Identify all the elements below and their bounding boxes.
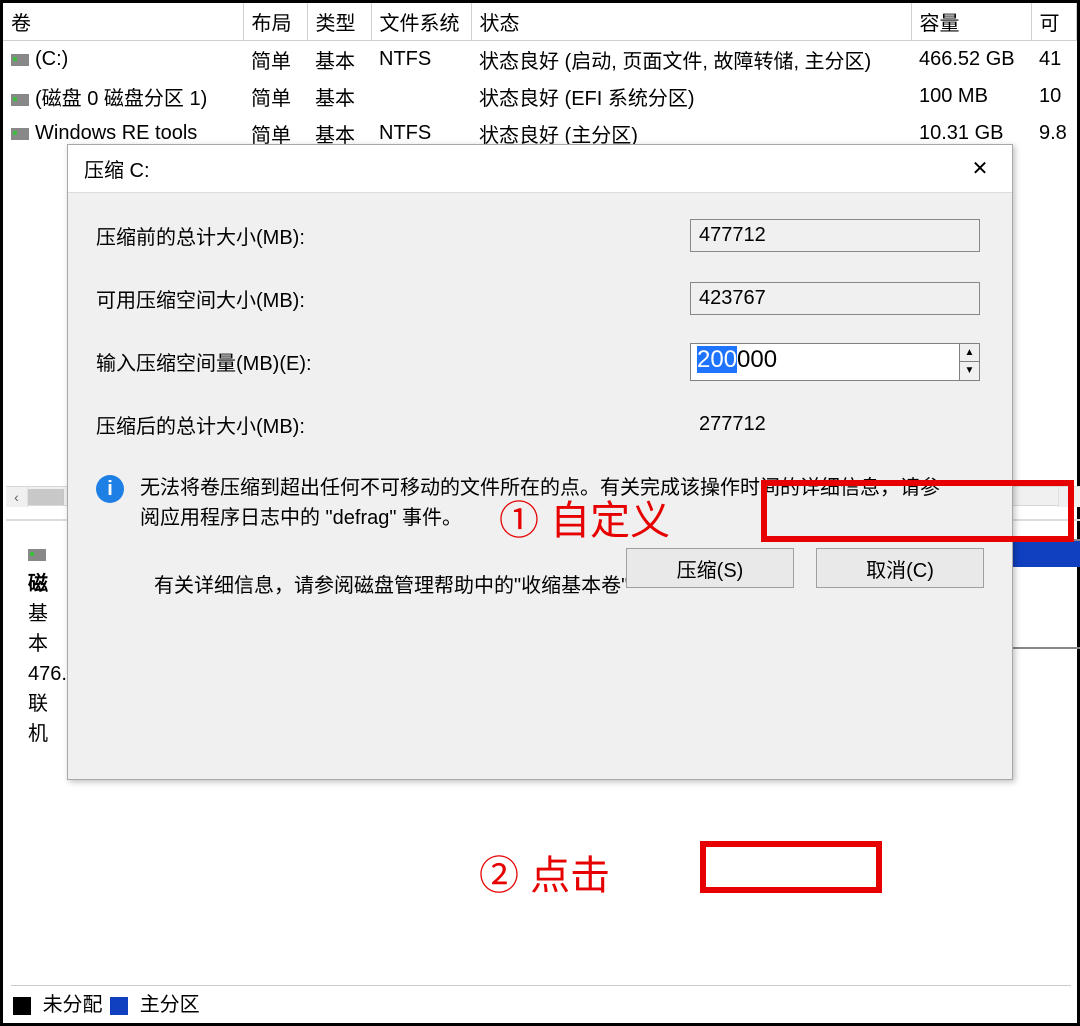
close-icon[interactable]: ✕ <box>960 156 1000 181</box>
dialog-title: 压缩 C: <box>84 154 150 183</box>
value-size-before: 477712 <box>690 219 980 252</box>
legend: 未分配 主分区 <box>11 985 1071 1017</box>
table-header: 卷 布局 类型 文件系统 状态 容量 可 <box>3 3 1077 41</box>
table-row[interactable]: (磁盘 0 磁盘分区 1)简单基本状态良好 (EFI 系统分区)100 MB10 <box>3 78 1077 115</box>
value-size-after: 277712 <box>690 408 980 441</box>
label-enter-shrink: 输入压缩空间量(MB)(E): <box>96 347 416 376</box>
disk-title: 磁 <box>28 573 48 595</box>
legend-primary: 主分区 <box>140 994 200 1016</box>
col-layout[interactable]: 布局 <box>243 3 307 41</box>
shrink-amount-input[interactable]: 200000 <box>690 343 980 381</box>
col-type[interactable]: 类型 <box>307 3 371 41</box>
spin-down-icon[interactable]: ▼ <box>959 362 979 380</box>
col-fs[interactable]: 文件系统 <box>371 3 471 41</box>
label-size-after: 压缩后的总计大小(MB): <box>96 410 416 439</box>
disk-status: 联机 <box>28 693 48 745</box>
col-capacity[interactable]: 容量 <box>911 3 1031 41</box>
table-row[interactable]: (C:)简单基本NTFS状态良好 (启动, 页面文件, 故障转储, 主分区)46… <box>3 41 1077 79</box>
info-text: 无法将卷压缩到超出任何不可移动的文件所在的点。有关完成该操作时间的详细信息，请参… <box>140 473 950 533</box>
scroll-thumb[interactable] <box>28 489 64 505</box>
scroll-left-arrow[interactable]: ‹ <box>6 487 28 507</box>
label-avail-space: 可用压缩空间大小(MB): <box>96 284 416 313</box>
legend-unallocated: 未分配 <box>43 994 103 1016</box>
label-size-before: 压缩前的总计大小(MB): <box>96 221 416 250</box>
annotation-box-2 <box>700 841 882 893</box>
volume-row-icon <box>11 128 29 140</box>
dialog-titlebar[interactable]: 压缩 C: ✕ <box>68 145 1012 193</box>
annotation-2: ② 点击 <box>479 843 610 901</box>
shrink-amount-stepper[interactable]: 200000 ▲ ▼ <box>690 343 980 381</box>
shrink-dialog: 压缩 C: ✕ 压缩前的总计大小(MB): 477712 可用压缩空间大小(MB… <box>67 144 1013 780</box>
volumes-table[interactable]: 卷 布局 类型 文件系统 状态 容量 可 (C:)简单基本NTFS状态良好 (启… <box>3 3 1077 152</box>
swatch-primary-icon <box>110 997 128 1015</box>
info-icon: i <box>96 475 124 503</box>
disk-type: 基本 <box>28 603 48 655</box>
col-free[interactable]: 可 <box>1031 3 1077 41</box>
spin-up-icon[interactable]: ▲ <box>959 344 979 363</box>
value-avail-space: 423767 <box>690 282 980 315</box>
disk-icon <box>28 549 46 561</box>
scroll-right-arrow[interactable]: › <box>1058 487 1080 507</box>
disk-info: 磁 基本 476. 联机 <box>28 539 67 749</box>
shrink-button[interactable]: 压缩(S) <box>626 548 794 588</box>
cancel-button[interactable]: 取消(C) <box>816 548 984 588</box>
volume-row-icon <box>11 54 29 66</box>
swatch-unallocated-icon <box>13 997 31 1015</box>
col-volume[interactable]: 卷 <box>3 3 243 41</box>
col-status[interactable]: 状态 <box>471 3 911 41</box>
disk-size: 476. <box>28 663 67 685</box>
volume-row-icon <box>11 94 29 106</box>
